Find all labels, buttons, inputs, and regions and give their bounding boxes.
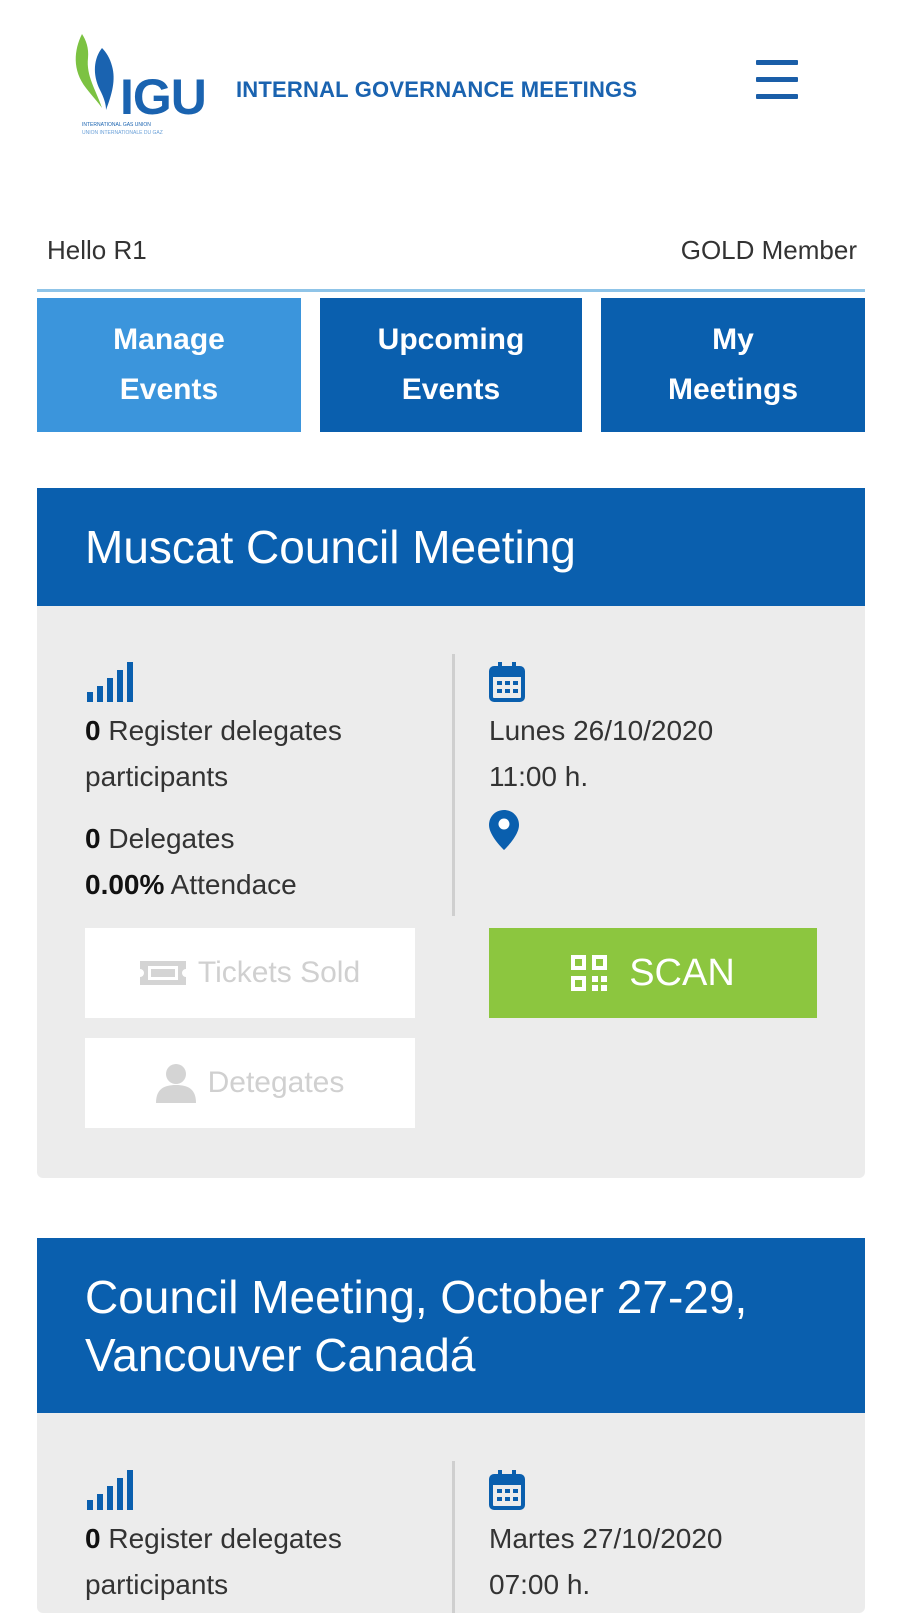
delegates-label: Delegates (108, 823, 235, 854)
register-count: 0 (85, 715, 101, 746)
event-card-body: 0 Register delegates participants Martes… (37, 1413, 865, 1613)
event-date: Lunes 26/10/2020 11:00 h. (489, 708, 829, 800)
event-card-body: 0 Register delegates participants 0 Dele… (37, 606, 865, 1178)
attendance-value: 0.00% (85, 869, 165, 900)
scan-button[interactable]: SCAN (489, 928, 817, 1018)
header: IGU INTERNATIONAL GAS UNION UNION INTERN… (0, 0, 900, 160)
register-label-2: participants (85, 1569, 229, 1600)
signal-bars-icon (87, 662, 133, 702)
calendar-icon (489, 662, 525, 702)
tab-label-line-2: Events (119, 373, 219, 406)
column-divider (452, 654, 455, 916)
register-label: Register delegates (108, 715, 342, 746)
calendar-icon (489, 1470, 525, 1510)
greeting-text: Hello R1 (47, 235, 147, 265)
event-title[interactable]: Muscat Council Meeting (37, 488, 865, 606)
event-title-line-1: Council Meeting, October 27-29, (85, 1270, 748, 1323)
tab-label-line-2: Events (401, 373, 501, 406)
logo-subtitle-2: UNION INTERNATIONALE DU GAZ (82, 130, 163, 136)
event-title-text: Muscat Council Meeting (85, 521, 576, 573)
tab-label-line-1: Manage (113, 323, 225, 356)
event-date-text: Lunes 26/10/2020 (489, 715, 714, 746)
membership-badge: GOLD Member (680, 235, 857, 265)
signal-bars-icon (87, 1470, 133, 1510)
register-stat: 0 Register delegates participants (85, 1516, 405, 1608)
event-card: Muscat Council Meeting 0 Register delega… (37, 488, 865, 1178)
delegates-count: 0 (85, 823, 101, 854)
hamburger-menu-icon[interactable] (752, 58, 798, 102)
tab-label-line-1: My (712, 323, 754, 356)
event-title-line-2: Vancouver Canadá (85, 1328, 476, 1381)
logo-subtitle-1: INTERNATIONAL GAS UNION (82, 122, 151, 128)
delegates-button-label: Detegates (207, 1066, 345, 1099)
event-time-text: 11:00 h. (489, 761, 589, 792)
register-label-2: participants (85, 761, 229, 792)
register-label: Register delegates (108, 1523, 342, 1554)
event-stats: 0 Register delegates participants (85, 1470, 405, 1608)
divider (37, 289, 865, 292)
register-stat: 0 Register delegates participants (85, 708, 405, 800)
event-schedule: Lunes 26/10/2020 11:00 h. (489, 662, 829, 850)
tab-manage-events[interactable]: Manage Events (37, 298, 301, 432)
attendance-label: Attendace (170, 869, 297, 900)
user-icon (155, 1064, 196, 1103)
event-time-text: 07:00 h. (489, 1569, 591, 1600)
igu-logo[interactable]: IGU INTERNATIONAL GAS UNION UNION INTERN… (72, 30, 222, 138)
event-card: Council Meeting, October 27-29, Vancouve… (37, 1238, 865, 1613)
delegates-button[interactable]: Detegates (85, 1038, 415, 1128)
event-schedule: Martes 27/10/2020 07:00 h. (489, 1470, 829, 1608)
logo-text: IGU (120, 69, 207, 125)
event-stats: 0 Register delegates participants 0 Dele… (85, 662, 405, 908)
event-date: Martes 27/10/2020 07:00 h. (489, 1516, 829, 1608)
location-pin-icon[interactable] (489, 810, 519, 850)
tab-my-meetings[interactable]: My Meetings (601, 298, 865, 432)
scan-label: SCAN (629, 951, 735, 994)
column-divider (452, 1461, 455, 1613)
tab-upcoming-events[interactable]: Upcoming Events (320, 298, 582, 432)
tab-label-line-2: Meetings (667, 373, 799, 406)
qr-code-icon (571, 955, 608, 991)
flame-icon (75, 34, 114, 110)
delegates-stat: 0 Delegates 0.00% Attendace (85, 816, 405, 908)
tickets-sold-button[interactable]: Tickets Sold (85, 928, 415, 1018)
tickets-sold-label: Tickets Sold (197, 956, 361, 989)
tab-label-line-1: Upcoming (377, 323, 525, 356)
event-date-text: Martes 27/10/2020 (489, 1523, 723, 1554)
site-title: INTERNAL GOVERNANCE MEETINGS (236, 77, 638, 102)
register-count: 0 (85, 1523, 101, 1554)
event-title[interactable]: Council Meeting, October 27-29, Vancouve… (37, 1238, 865, 1413)
ticket-icon (139, 961, 186, 985)
